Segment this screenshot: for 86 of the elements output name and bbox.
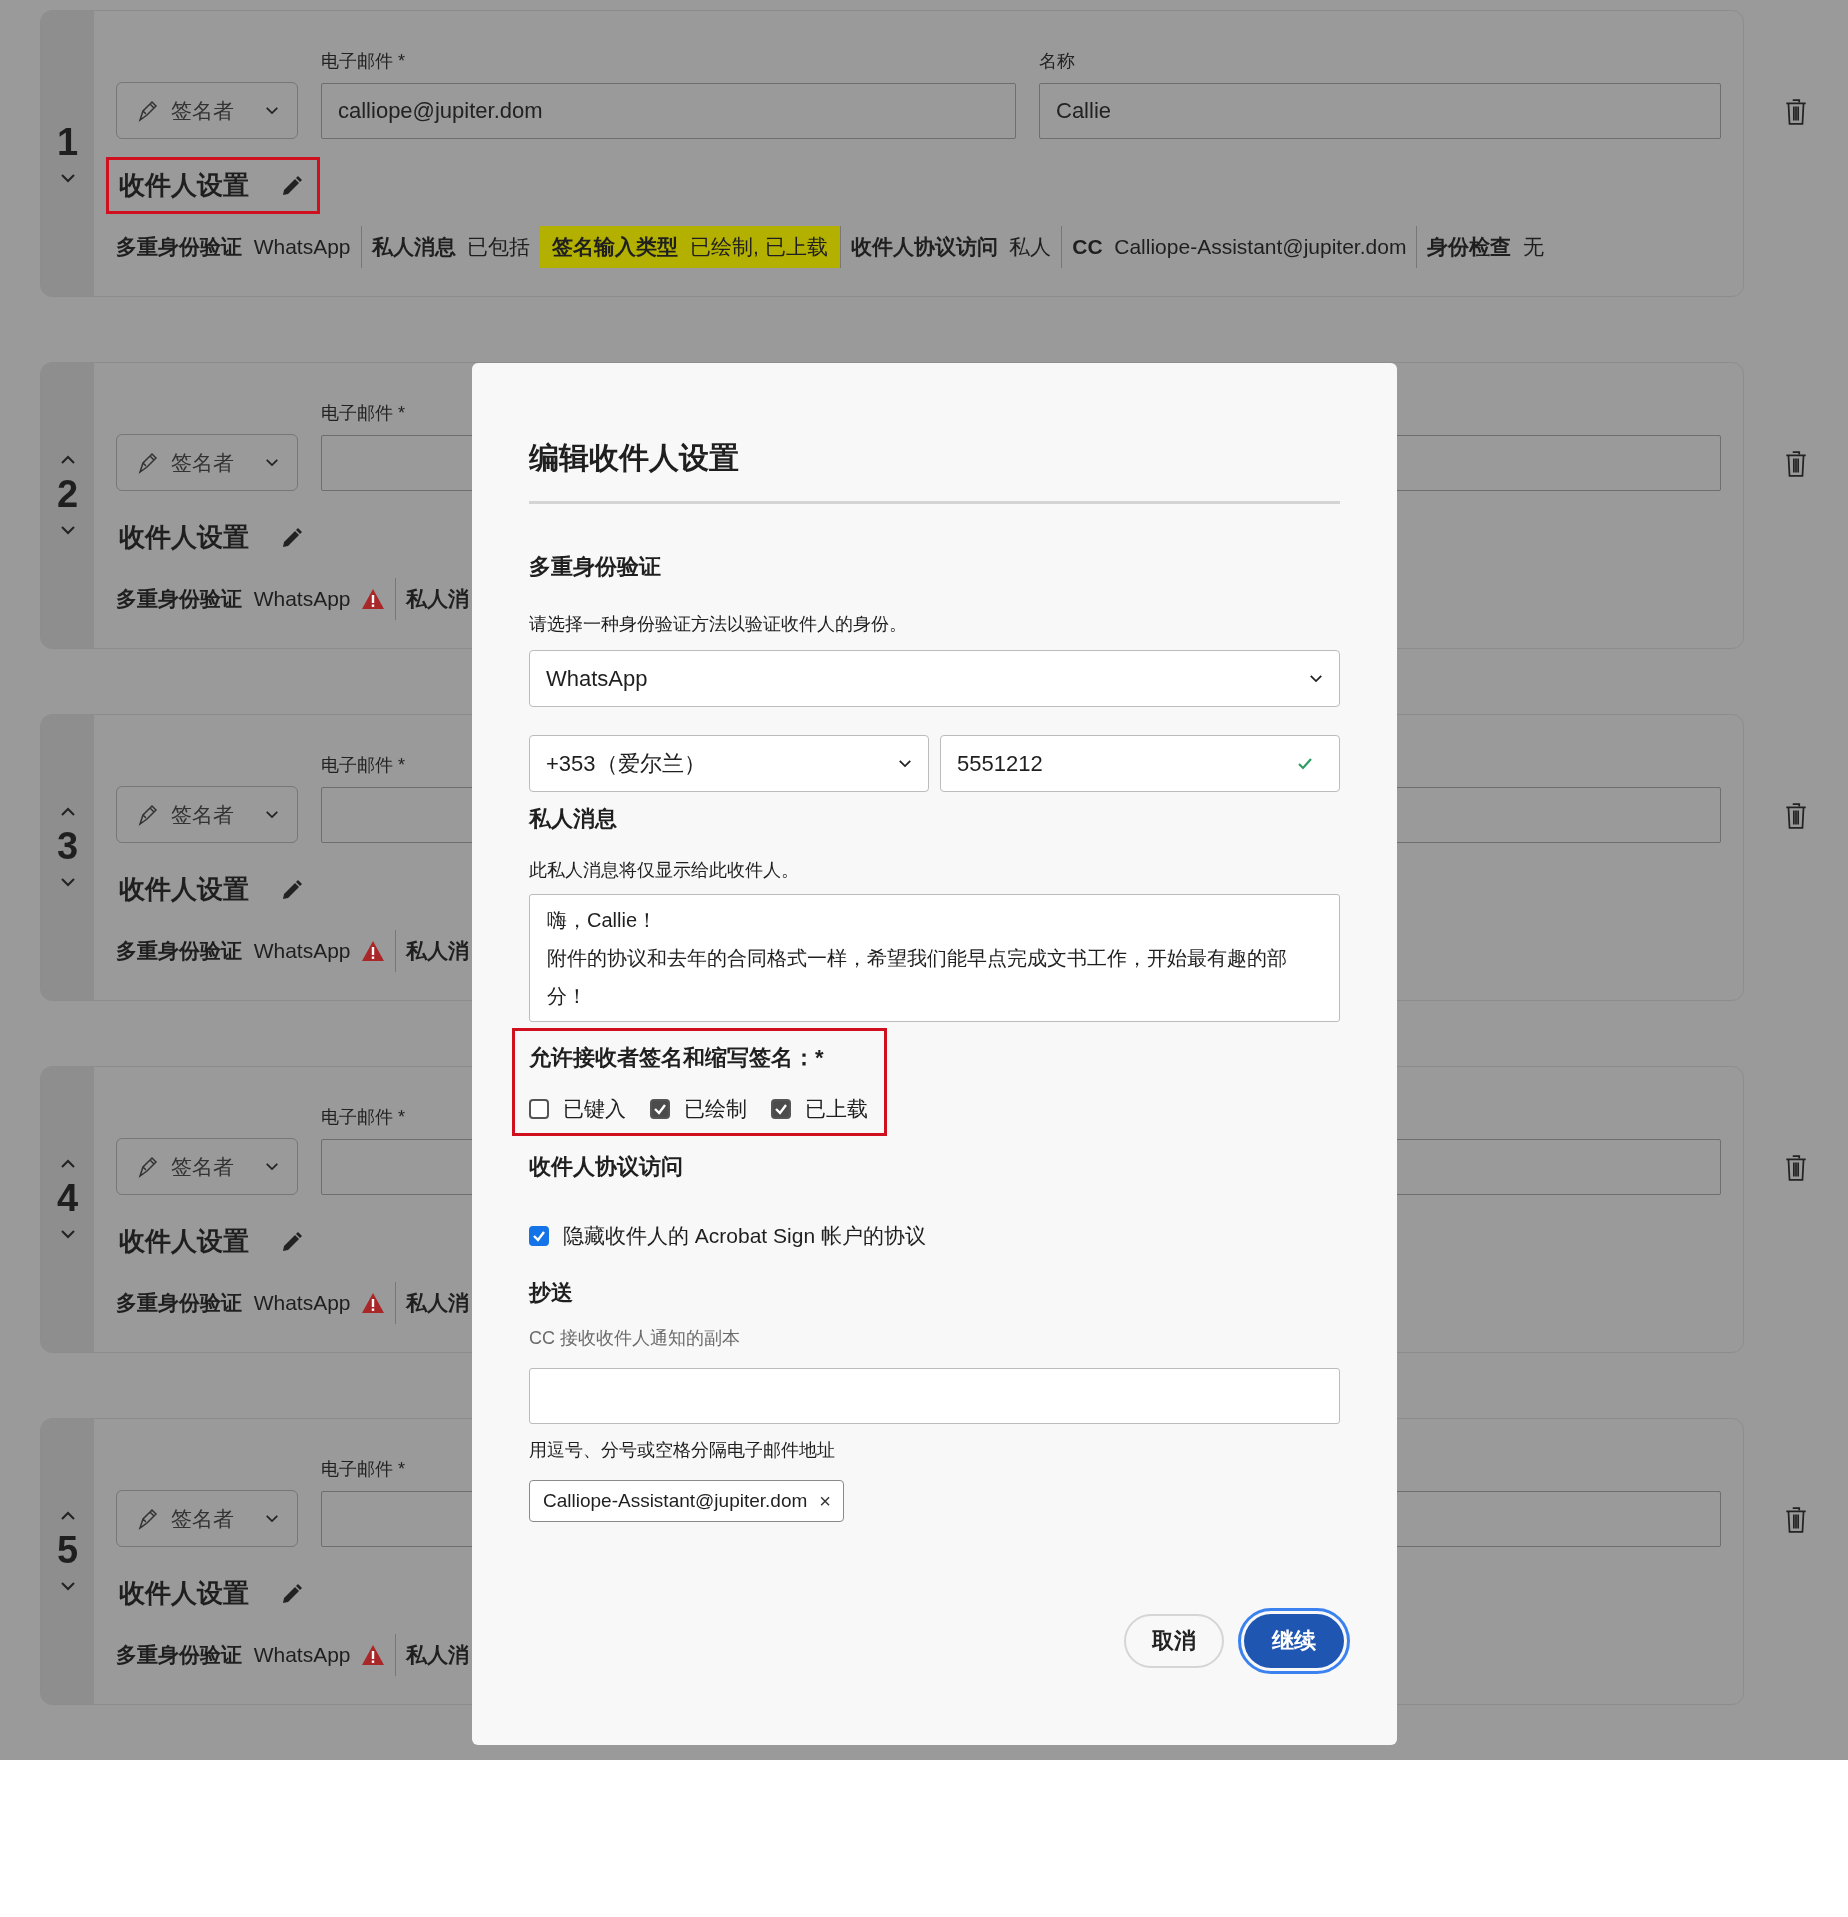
- summary-item: 多重身份验证 WhatsApp: [116, 1642, 351, 1668]
- checkbox[interactable]: [529, 1226, 549, 1246]
- recipient-number: 4: [56, 1179, 79, 1217]
- trash-icon[interactable]: [1785, 1154, 1807, 1182]
- settings-label: 收件人设置: [119, 873, 249, 906]
- checkbox-label: 已绘制: [684, 1096, 747, 1122]
- summary-item: 多重身份验证 WhatsApp: [116, 234, 351, 260]
- chevron-down-icon: [265, 1162, 279, 1171]
- checkbox-label: 隐藏收件人的 Acrobat Sign 帐户的协议: [563, 1223, 926, 1249]
- section-description: 请选择一种身份验证方法以验证收件人的身份。: [529, 613, 907, 636]
- trash-icon[interactable]: [1785, 450, 1807, 478]
- message-line: 嗨，Callie！: [547, 908, 659, 933]
- move-up-icon[interactable]: [59, 1159, 76, 1169]
- move-up-icon[interactable]: [59, 455, 76, 465]
- name-field[interactable]: Callie: [1039, 83, 1721, 139]
- checkbox[interactable]: [529, 1099, 549, 1119]
- checkbox-label: 已键入: [563, 1096, 626, 1122]
- role-dropdown[interactable]: 签名者: [116, 82, 298, 139]
- section-heading: 私人消息: [529, 805, 617, 833]
- summary-item: 多重身份验证 WhatsApp: [116, 938, 351, 964]
- email-label: 电子邮件 *: [321, 1106, 405, 1129]
- summary-item: 私人消: [405, 1290, 469, 1316]
- trash-icon[interactable]: [1785, 98, 1807, 126]
- chip-label: Calliope-Assistant@jupiter.dom: [543, 1490, 808, 1512]
- move-down-icon[interactable]: [59, 1229, 76, 1239]
- summary-item: 私人消: [405, 938, 469, 964]
- move-down-icon[interactable]: [59, 525, 76, 535]
- trash-icon[interactable]: [1785, 1506, 1807, 1534]
- move-down-icon[interactable]: [59, 173, 76, 183]
- phone-field[interactable]: 5551212: [940, 735, 1340, 792]
- section-heading: 收件人协议访问: [529, 1153, 683, 1181]
- checkbox-label: 已上载: [805, 1096, 868, 1122]
- email-label: 电子邮件 *: [321, 1458, 405, 1481]
- settings-label: 收件人设置: [119, 1577, 249, 1610]
- field-hint: 用逗号、分号或空格分隔电子邮件地址: [529, 1439, 835, 1462]
- role-dropdown[interactable]: 签名者: [116, 1138, 298, 1195]
- auth-method-dropdown[interactable]: WhatsApp: [529, 650, 1340, 707]
- message-line: 附件的协议和去年的合同格式一样，希望我们能早点完成文书工作，开始最有趣的部分！: [547, 946, 1288, 1009]
- trash-icon[interactable]: [1785, 802, 1807, 830]
- cancel-button[interactable]: 取消: [1124, 1614, 1224, 1668]
- move-up-icon[interactable]: [59, 807, 76, 817]
- dialog-title: 编辑收件人设置: [529, 440, 739, 476]
- move-up-icon[interactable]: [59, 1511, 76, 1521]
- chevron-down-icon: [898, 759, 912, 768]
- chevron-down-icon: [265, 810, 279, 819]
- section-heading: 抄送: [529, 1279, 573, 1307]
- summary-item: 签名输入类型 已绘制, 已上载: [540, 226, 840, 268]
- settings-label: 收件人设置: [119, 169, 249, 202]
- checkbox[interactable]: [771, 1099, 791, 1119]
- section-description: 此私人消息将仅显示给此收件人。: [529, 859, 799, 882]
- settings-label: 收件人设置: [119, 521, 249, 554]
- move-down-icon[interactable]: [59, 1581, 76, 1591]
- message-field[interactable]: 嗨，Callie！ 附件的协议和去年的合同格式一样，希望我们能早点完成文书工作，开始最有趣的部分！: [529, 894, 1340, 1022]
- email-field[interactable]: calliope@jupiter.dom: [321, 83, 1016, 139]
- recipient-number: 2: [56, 475, 79, 513]
- chevron-down-icon: [1309, 674, 1323, 683]
- summary-item: 私人消息 已包括: [371, 234, 531, 260]
- summary-item: 多重身份验证 WhatsApp: [116, 586, 351, 612]
- chevron-down-icon: [265, 458, 279, 467]
- chevron-down-icon: [265, 106, 279, 115]
- chevron-down-icon: [265, 1514, 279, 1523]
- email-label: 电子邮件 *: [321, 754, 405, 777]
- cc-email-field[interactable]: [529, 1368, 1340, 1424]
- signature-types-label: 允许接收者签名和缩写签名：*: [529, 1044, 825, 1072]
- country-code-dropdown[interactable]: +353（爱尔兰）: [529, 735, 929, 792]
- checkbox[interactable]: [650, 1099, 670, 1119]
- email-label: 电子邮件 *: [321, 402, 405, 425]
- section-description: CC 接收收件人通知的副本: [529, 1327, 740, 1350]
- section-heading: 多重身份验证: [529, 553, 661, 581]
- summary-item: CC Calliope-Assistant@jupiter.dom: [1072, 234, 1407, 260]
- name-label: 名称: [1039, 50, 1075, 73]
- summary-item: 身份检查 无: [1427, 234, 1545, 260]
- role-dropdown[interactable]: 签名者: [116, 786, 298, 843]
- email-label: 电子邮件 *: [321, 50, 405, 73]
- summary-item: 私人消: [405, 1642, 469, 1668]
- move-down-icon[interactable]: [59, 877, 76, 887]
- summary-item: 私人消: [405, 586, 469, 612]
- recipient-number: 5: [56, 1531, 79, 1569]
- settings-label: 收件人设置: [119, 1225, 249, 1258]
- summary-item: 多重身份验证 WhatsApp: [116, 1290, 351, 1316]
- role-dropdown[interactable]: 签名者: [116, 434, 298, 491]
- remove-button[interactable]: ×: [819, 1489, 831, 1513]
- recipient-number: 3: [56, 827, 79, 865]
- role-dropdown[interactable]: 签名者: [116, 1490, 298, 1547]
- recipient-number: 1: [56, 123, 79, 161]
- summary-item: 收件人协议访问 私人: [850, 234, 1052, 260]
